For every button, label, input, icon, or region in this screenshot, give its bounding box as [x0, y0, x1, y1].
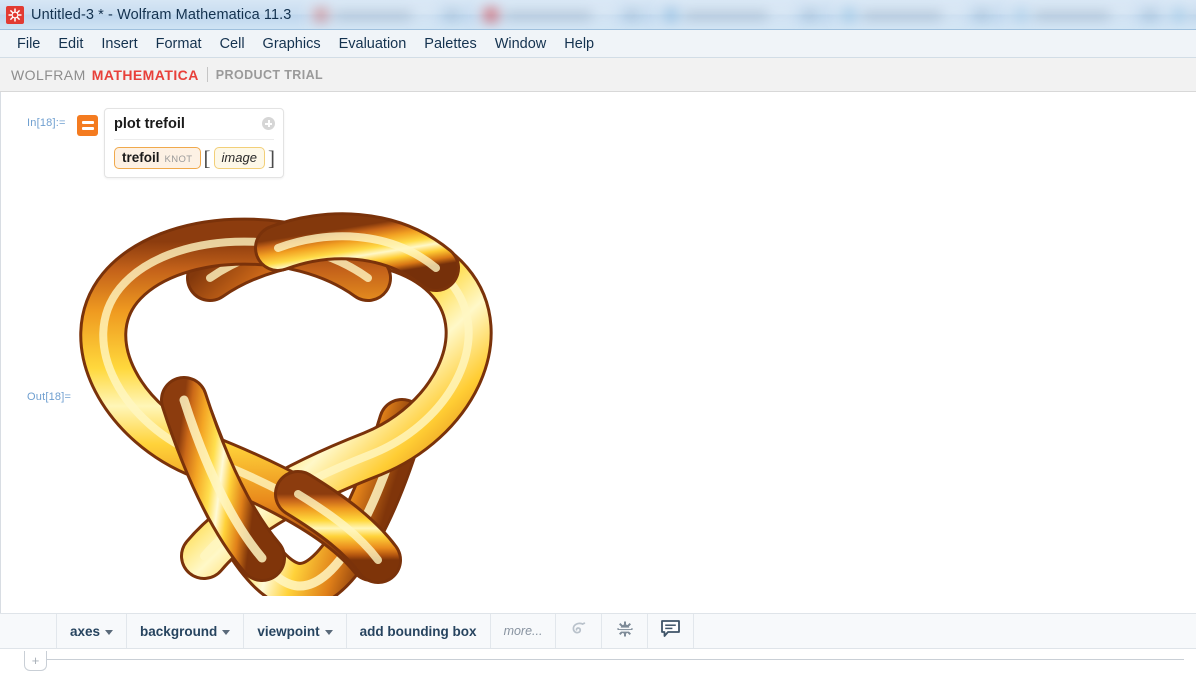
open-bracket: [	[204, 151, 211, 165]
notebook-left-edge	[0, 92, 1, 686]
toolbar-icon-comment[interactable]	[648, 614, 694, 648]
notebook-footer: +	[0, 649, 1196, 686]
freeform-interpretation-row: trefoil KNOT [ image ]	[114, 147, 274, 169]
product-banner: WOLFRAM MATHEMATICA PRODUCT TRIAL	[0, 58, 1196, 92]
menu-item-format[interactable]: Format	[147, 33, 211, 55]
toolbar-leading-pad	[0, 614, 57, 648]
toolbar-filler	[694, 614, 1196, 648]
menu-item-graphics[interactable]: Graphics	[254, 33, 330, 55]
mathematica-window: Untitled-3 * - Wolfram Mathematica 11.3 …	[0, 0, 1196, 686]
toolbar-button-axes-label: axes	[70, 624, 100, 639]
entity-chip-name: trefoil	[122, 150, 160, 165]
toolbar-button-add-bounding-box-label: add bounding box	[360, 624, 477, 639]
chevron-down-icon	[325, 630, 333, 635]
menu-bar: File Edit Insert Format Cell Graphics Ev…	[0, 30, 1196, 58]
comment-balloon-icon	[660, 619, 681, 643]
insert-cell-plus-label: +	[32, 655, 40, 667]
freeform-query-text[interactable]: plot trefoil	[114, 116, 274, 140]
add-alternative-icon[interactable]	[262, 117, 275, 130]
menu-item-insert[interactable]: Insert	[92, 33, 146, 55]
chevron-down-icon	[105, 630, 113, 635]
menu-item-edit[interactable]: Edit	[49, 33, 92, 55]
wa-bar-top	[82, 121, 94, 124]
slot-chip-image[interactable]: image	[214, 147, 265, 169]
gear-spikey-icon	[616, 620, 634, 643]
toolbar-button-more[interactable]: more...	[491, 614, 557, 648]
banner-edition-text: PRODUCT TRIAL	[216, 68, 323, 82]
close-bracket: ]	[268, 151, 275, 165]
toolbar-button-add-bounding-box[interactable]: add bounding box	[347, 614, 491, 648]
graphics-toolbar: axes background viewpoint add bounding b…	[0, 613, 1196, 649]
insert-cell-button[interactable]: +	[24, 651, 47, 671]
toolbar-button-background-label: background	[140, 624, 217, 639]
banner-wolfram-text: WOLFRAM	[11, 67, 86, 83]
menu-item-file[interactable]: File	[8, 33, 49, 55]
freeform-input-box[interactable]: plot trefoil trefoil KNOT [ image ]	[104, 108, 284, 178]
toolbar-icon-wolfram-language[interactable]	[556, 614, 602, 648]
entity-chip-trefoil[interactable]: trefoil KNOT	[114, 147, 201, 169]
input-cell-label: In[18]:=	[27, 117, 66, 129]
toolbar-button-viewpoint[interactable]: viewpoint	[244, 614, 346, 648]
banner-mathematica-text: MATHEMATICA	[92, 67, 199, 83]
menu-item-palettes[interactable]: Palettes	[415, 33, 485, 55]
banner-divider	[207, 67, 208, 82]
background-browser-tabs	[300, 0, 1196, 30]
wa-bar-bottom	[82, 127, 94, 130]
wolfram-spikey-icon	[6, 6, 24, 24]
chevron-down-icon	[222, 630, 230, 635]
window-title: Untitled-3 * - Wolfram Mathematica 11.3	[31, 7, 291, 23]
toolbar-button-background[interactable]: background	[127, 614, 244, 648]
entity-chip-kind: KNOT	[165, 154, 193, 165]
output-cell-label: Out[18]=	[27, 391, 71, 403]
menu-item-evaluation[interactable]: Evaluation	[330, 33, 416, 55]
insert-new-cell-row[interactable]: +	[24, 655, 1184, 675]
insert-cell-line	[47, 659, 1184, 660]
title-bar: Untitled-3 * - Wolfram Mathematica 11.3	[0, 0, 1196, 30]
toolbar-button-more-label: more...	[504, 624, 543, 638]
toolbar-button-viewpoint-label: viewpoint	[257, 624, 319, 639]
wolfram-alpha-query-icon[interactable]	[77, 115, 98, 136]
menu-item-cell[interactable]: Cell	[211, 33, 254, 55]
trefoil-knot-3d[interactable]	[72, 186, 497, 596]
toolbar-button-axes[interactable]: axes	[57, 614, 127, 648]
menu-item-window[interactable]: Window	[486, 33, 556, 55]
menu-item-help[interactable]: Help	[555, 33, 603, 55]
toolbar-icon-settings[interactable]	[602, 614, 648, 648]
wolfram-language-icon	[569, 619, 588, 643]
